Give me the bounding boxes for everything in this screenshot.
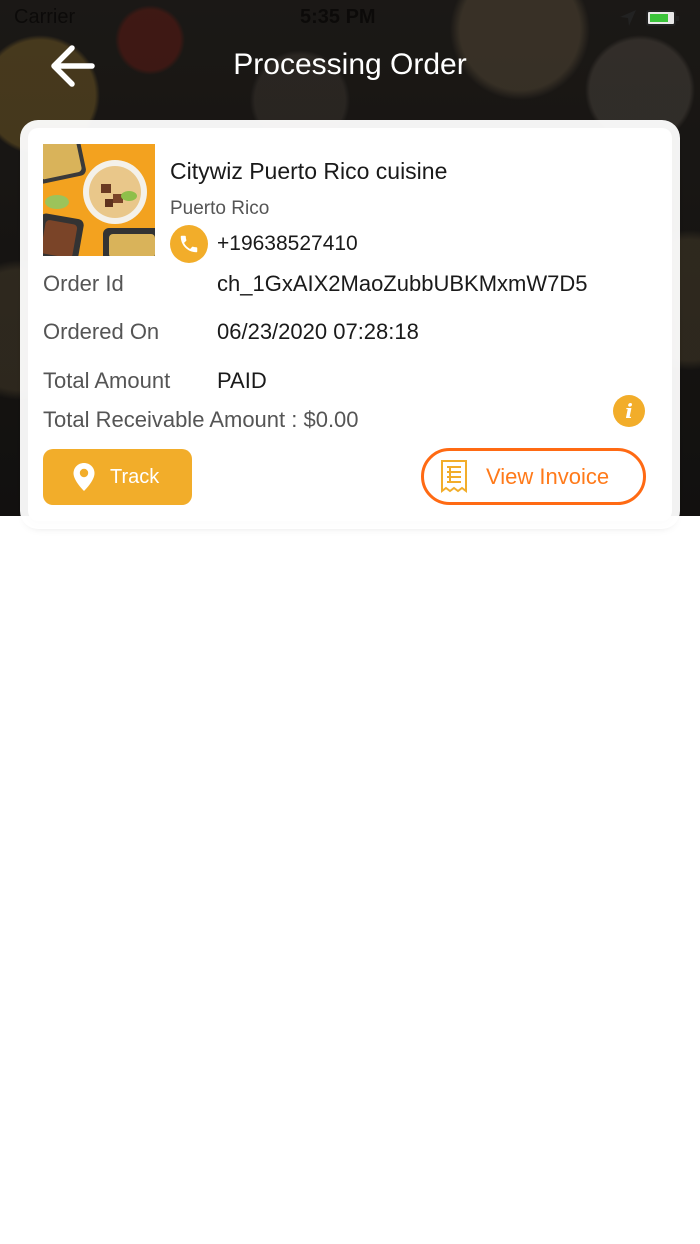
page-title: Processing Order bbox=[233, 48, 467, 81]
status-bar: Carrier 5:35 PM bbox=[0, 0, 700, 40]
order-card: Citywiz Puerto Rico cuisine Puerto Rico … bbox=[28, 128, 672, 521]
restaurant-name: Citywiz Puerto Rico cuisine bbox=[170, 158, 448, 184]
location-pin-icon bbox=[72, 462, 96, 492]
location-arrow-icon bbox=[620, 10, 636, 26]
battery-icon bbox=[646, 10, 679, 26]
restaurant-location: Puerto Rico bbox=[170, 198, 270, 219]
view-invoice-label: View Invoice bbox=[486, 463, 610, 489]
order-id-value: ch_1GxAIX2MaoZubbUBKMxmW7D5 bbox=[217, 271, 588, 296]
receipt-icon bbox=[438, 459, 470, 495]
phone-icon[interactable] bbox=[170, 225, 208, 263]
total-receivable-amount: Total Receivable Amount : $0.00 bbox=[43, 407, 359, 432]
restaurant-image bbox=[43, 144, 155, 256]
total-amount-label: Total Amount bbox=[43, 368, 171, 393]
info-icon[interactable]: i bbox=[613, 395, 645, 427]
carrier-label: Carrier bbox=[14, 6, 76, 28]
track-button-label: Track bbox=[110, 465, 160, 488]
status-time: 5:35 PM bbox=[300, 6, 376, 28]
top-navigation-bar: Processing Order bbox=[0, 36, 700, 96]
track-button[interactable]: Track bbox=[43, 449, 192, 505]
ordered-on-value: 06/23/2020 07:28:18 bbox=[217, 319, 419, 344]
restaurant-phone[interactable]: +19638527410 bbox=[217, 232, 358, 256]
ordered-on-label: Ordered On bbox=[43, 319, 160, 344]
total-amount-value: PAID bbox=[217, 368, 267, 393]
order-id-label: Order Id bbox=[43, 271, 124, 296]
view-invoice-button[interactable]: View Invoice bbox=[421, 448, 646, 505]
